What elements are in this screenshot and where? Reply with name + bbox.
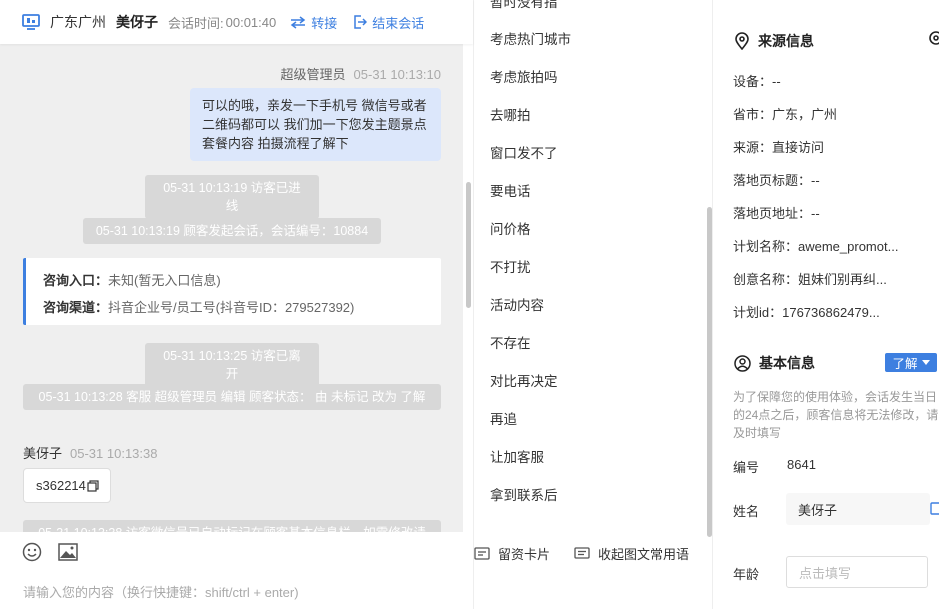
age-placeholder: 点击填写 bbox=[799, 565, 852, 581]
consult-channel-value: 抖音企业号/员工号(抖音号ID：279527392) bbox=[108, 300, 355, 315]
age-input[interactable]: 点击填写 bbox=[786, 556, 928, 588]
consult-channel-label: 咨询渠道： bbox=[43, 300, 109, 315]
leave-card-label: 留资卡片 bbox=[498, 547, 551, 562]
basic-info-title: 基本信息 bbox=[734, 353, 815, 373]
end-session-label: 结束会话 bbox=[372, 15, 425, 31]
card-icon bbox=[474, 546, 490, 560]
province-info: 省市：广东，广州 bbox=[733, 107, 838, 122]
collapse-phrases-button[interactable]: 收起图文常用语 bbox=[574, 544, 689, 563]
status-dropdown[interactable]: 了解 bbox=[885, 353, 937, 372]
phrase-item[interactable]: 问价格 bbox=[490, 218, 531, 238]
agent-message-bubble: 可以的哦，亲发一下手机号 微信号或者二维码都可以 我们加一下您发主题景点套餐内容… bbox=[190, 88, 441, 161]
landing-title-info: 落地页标题：-- bbox=[733, 173, 820, 188]
copy-icon[interactable] bbox=[87, 479, 99, 492]
customer-message-time: 05-31 10:13:38 bbox=[70, 446, 158, 461]
source-info-title: 来源信息 bbox=[734, 31, 814, 51]
chat-panel: 广东广州 美伢子 会话时间: 00:01:40 转接 结束会话 超级管理员 05-… bbox=[0, 0, 473, 609]
message-scrollbar[interactable] bbox=[466, 182, 471, 308]
customer-location: 广东广州 bbox=[50, 14, 106, 30]
transfer-label: 转接 bbox=[311, 15, 338, 31]
status-value: 了解 bbox=[892, 357, 918, 371]
message-input[interactable]: 请输入您的内容（换行快捷键：shift/ctrl + enter) bbox=[23, 582, 299, 601]
emoji-icon[interactable] bbox=[22, 542, 42, 562]
phrase-item[interactable]: 对比再决定 bbox=[490, 370, 558, 390]
agent-message-meta: 超级管理员 05-31 10:13:10 bbox=[281, 64, 441, 83]
device-info: 设备：-- bbox=[733, 74, 781, 89]
customer-meta-name: 美伢子 bbox=[23, 446, 63, 461]
transfer-button[interactable]: 转接 bbox=[290, 13, 337, 32]
transfer-icon bbox=[290, 15, 306, 29]
source-info: 来源：直接访问 bbox=[733, 140, 825, 155]
session-time-label: 会话时间: bbox=[168, 15, 224, 31]
creative-name-info: 创意名称：姐妹们别再纠... bbox=[733, 272, 887, 287]
phrase-item[interactable]: 再追 bbox=[490, 408, 517, 428]
phrase-item[interactable]: 考虑热门城市 bbox=[490, 28, 571, 48]
collapse-phrases-label: 收起图文常用语 bbox=[598, 547, 690, 562]
phrase-item[interactable]: 不存在 bbox=[490, 332, 531, 352]
leave-card-button[interactable]: 留资卡片 bbox=[474, 544, 550, 563]
quick-phrase-panel: 暂时没有指 考虑热门城市 考虑旅拍吗 去哪拍 窗口发不了 要电话 问价格 不打扰… bbox=[473, 0, 713, 609]
id-value: 8641 bbox=[787, 457, 816, 472]
customer-code: s362214 bbox=[36, 478, 86, 493]
source-info-label: 来源信息 bbox=[758, 33, 814, 49]
customer-name: 美伢子 bbox=[116, 14, 158, 30]
exit-icon bbox=[354, 15, 368, 29]
system-message-left: 05-31 10:13:25 访客已离开 bbox=[145, 343, 319, 387]
phrase-item[interactable]: 活动内容 bbox=[490, 294, 544, 314]
phrase-item[interactable]: 考虑旅拍吗 bbox=[490, 66, 558, 86]
phrase-scrollbar[interactable] bbox=[707, 207, 712, 537]
user-circle-icon bbox=[734, 354, 751, 372]
name-field[interactable]: 美伢子 bbox=[786, 493, 930, 525]
input-area: 请输入您的内容（换行快捷键：shift/ctrl + enter) bbox=[0, 532, 473, 609]
basic-info-label: 基本信息 bbox=[759, 355, 815, 371]
edit-deadline-note: 为了保障您的使用体验，会话发生当日的24点之后，顾客信息将无法修改，请及时填写 bbox=[733, 390, 939, 440]
end-session-button[interactable]: 结束会话 bbox=[353, 13, 424, 32]
caret-down-icon bbox=[921, 359, 930, 365]
plan-name-info: 计划名称：aweme_promot... bbox=[733, 239, 899, 254]
phrase-item[interactable]: 不打扰 bbox=[490, 256, 531, 276]
system-message-edit: 05-31 10:13:28 客服 超级管理员 编辑 顾客状态： 由 未标记 改… bbox=[23, 384, 441, 410]
image-icon[interactable] bbox=[58, 543, 78, 561]
system-message-entered: 05-31 10:13:19 访客已进线 bbox=[145, 175, 319, 219]
phrase-item[interactable]: 让加客服 bbox=[490, 446, 544, 466]
plan-id-info: 计划id：176736862479... bbox=[733, 305, 880, 320]
agent-name: 超级管理员 bbox=[280, 67, 346, 82]
chat-header: 广东广州 美伢子 会话时间: 00:01:40 转接 结束会话 bbox=[0, 0, 473, 44]
customer-message-bubble: s362214 bbox=[23, 468, 111, 503]
location-pin-icon bbox=[735, 32, 749, 50]
system-message-started: 05-31 10:13:19 顾客发起会话，会话编号：10884 bbox=[83, 218, 381, 244]
consult-channel: 咨询渠道：抖音企业号/员工号(抖音号ID：279527392) bbox=[43, 294, 424, 321]
consult-entry-label: 咨询入口： bbox=[43, 273, 109, 288]
age-label: 年龄 bbox=[733, 567, 760, 582]
phrase-item[interactable]: 要电话 bbox=[490, 180, 531, 200]
name-label: 姓名 bbox=[733, 504, 760, 519]
copy-icon[interactable] bbox=[930, 501, 939, 515]
consult-info-card: 咨询入口：未知(暂无入口信息) 咨询渠道：抖音企业号/员工号(抖音号ID：279… bbox=[23, 258, 441, 325]
phrase-item[interactable]: 暂时没有指 bbox=[490, 0, 558, 11]
customer-message-meta: 美伢子 05-31 10:13:38 bbox=[23, 443, 157, 462]
agent-message-time: 05-31 10:13:10 bbox=[353, 67, 441, 82]
phrase-item[interactable]: 拿到联系后 bbox=[490, 484, 558, 504]
settings-icon[interactable] bbox=[928, 30, 939, 46]
name-value: 美伢子 bbox=[798, 502, 838, 518]
consult-entry-value: 未知(暂无入口信息) bbox=[108, 273, 221, 288]
message-list[interactable]: 超级管理员 05-31 10:13:10 可以的哦，亲发一下手机号 微信号或者二维… bbox=[0, 44, 463, 532]
consult-entry: 咨询入口：未知(暂无入口信息) bbox=[43, 267, 424, 294]
system-message-wechat-tag: 05-31 10:13:38 访客微信号已自动标记在顾客基本信息栏，如需修改请 bbox=[23, 520, 441, 532]
phrase-item[interactable]: 去哪拍 bbox=[490, 104, 531, 124]
landing-url-info: 落地页地址：-- bbox=[733, 206, 820, 221]
session-time: 00:01:40 bbox=[225, 14, 277, 30]
phrase-item[interactable]: 窗口发不了 bbox=[490, 142, 558, 162]
monitor-icon bbox=[22, 14, 40, 30]
visitor-info-panel: 来源信息 设备：-- 省市：广东，广州 来源：直接访问 落地页标题：-- 落地页… bbox=[713, 0, 939, 609]
message-icon bbox=[574, 546, 590, 559]
id-label: 编号 bbox=[733, 460, 760, 475]
